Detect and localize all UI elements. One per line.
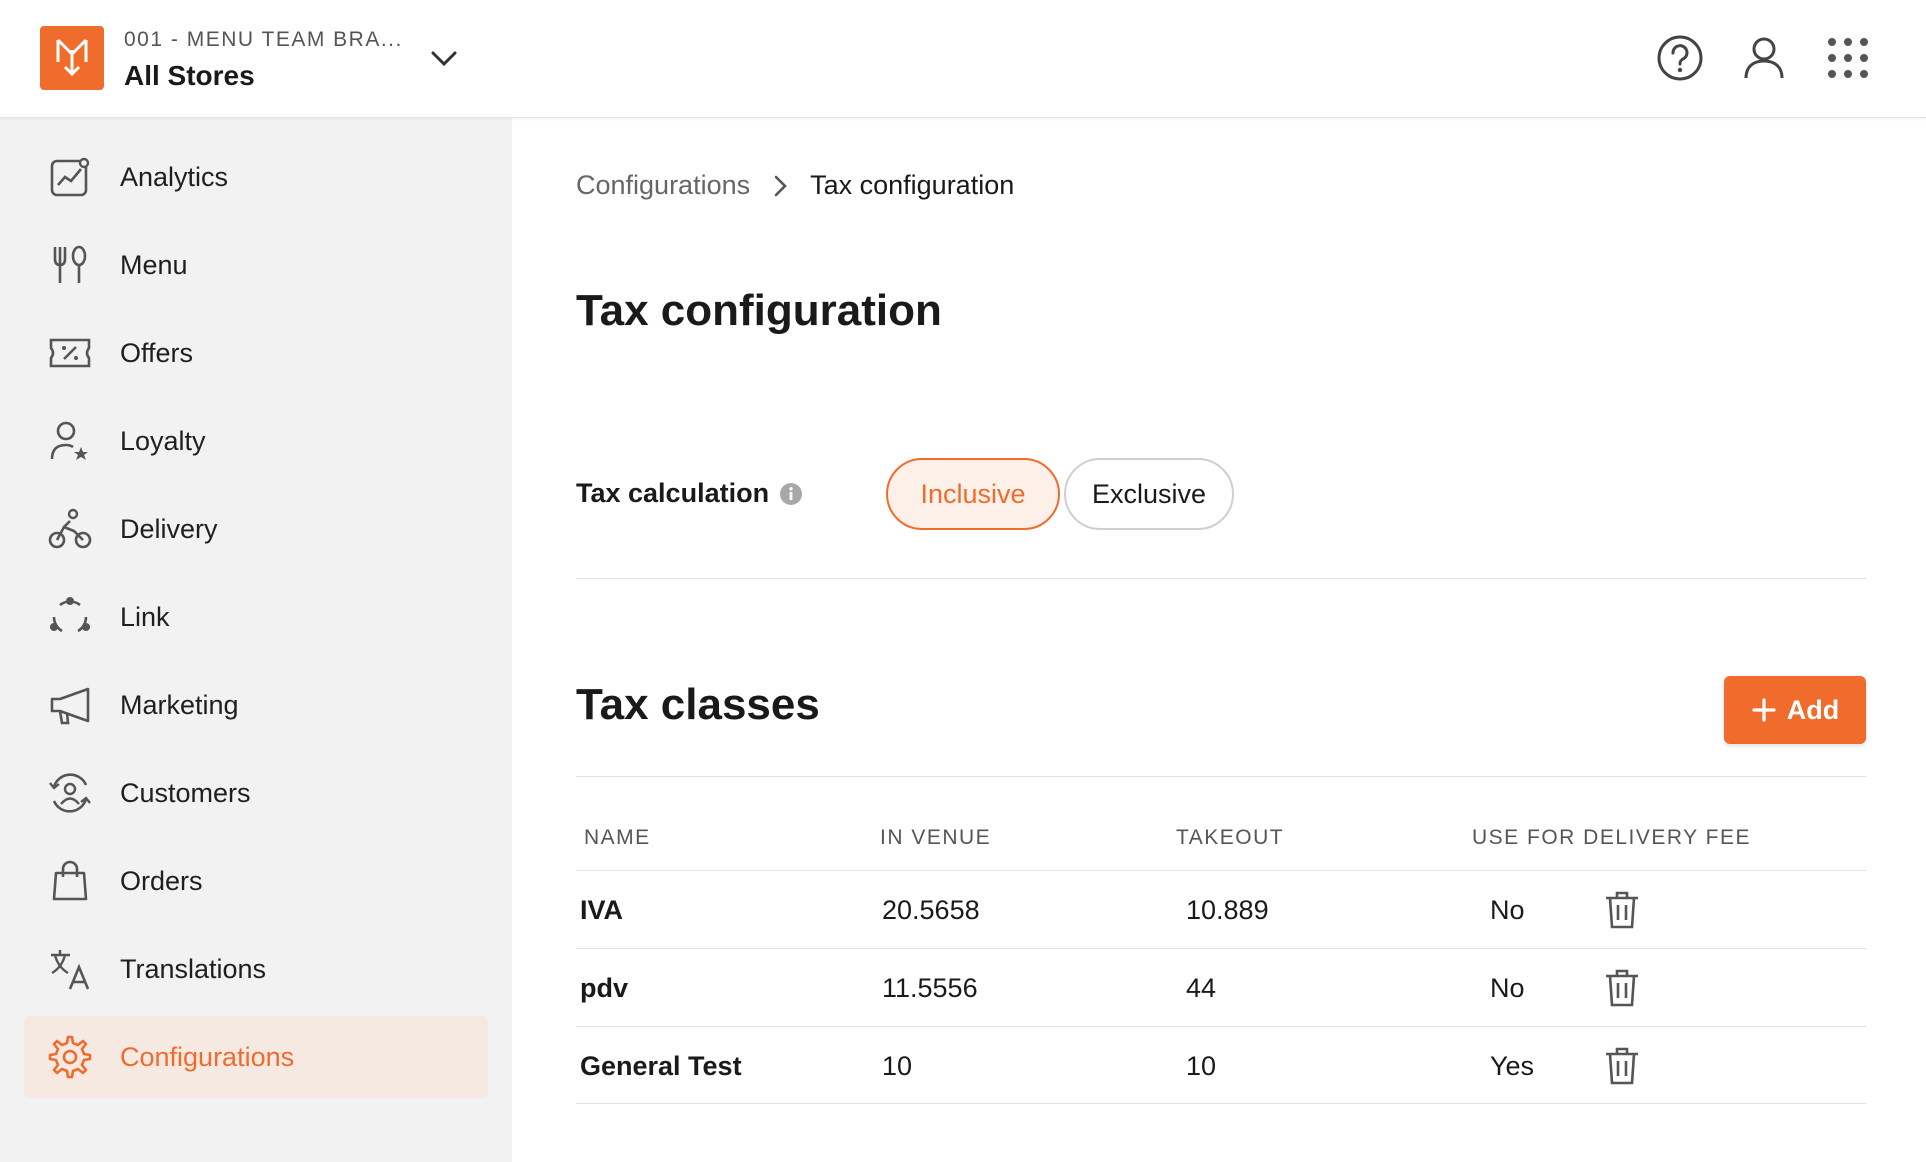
trash-icon[interactable] — [1602, 1045, 1642, 1087]
sidebar-item-configurations[interactable]: Configurations — [24, 1016, 488, 1098]
info-icon[interactable] — [779, 482, 803, 506]
apps-grid-icon[interactable] — [1822, 32, 1874, 84]
delivery-fee-value: No — [1490, 895, 1525, 925]
page-title: Tax configuration — [576, 286, 942, 335]
tax-classes-title: Tax classes — [576, 680, 820, 729]
tax-class-name: IVA — [580, 895, 624, 925]
store-selector[interactable]: 001 - MENU TEAM BRA... All Stores — [124, 28, 403, 92]
sidebar-item-offers[interactable]: Offers — [24, 312, 488, 394]
trash-icon[interactable] — [1602, 967, 1642, 1009]
sidebar-item-analytics[interactable]: Analytics — [24, 136, 488, 218]
takeout-value: 10.889 — [1186, 895, 1269, 925]
translate-icon — [51, 950, 90, 990]
shopping-bag-icon — [52, 860, 88, 901]
tax-calculation-label: Tax calculation — [576, 478, 803, 509]
column-header-name: NAME — [584, 826, 651, 849]
add-tax-class-button[interactable]: Add — [1724, 676, 1866, 744]
section-divider — [576, 578, 1866, 579]
takeout-value: 44 — [1186, 973, 1217, 1003]
chevron-down-icon[interactable] — [428, 44, 460, 72]
ticket-icon — [49, 338, 91, 368]
trash-icon[interactable] — [1602, 889, 1642, 931]
org-code: 001 - MENU TEAM BRA... — [124, 28, 403, 51]
customers-icon — [49, 773, 91, 813]
table-row[interactable]: General Test 10 10 Yes — [576, 1026, 1866, 1104]
sidebar-item-label: Translations — [120, 953, 267, 984]
in-venue-value: 10 — [882, 1051, 913, 1081]
sidebar-item-label: Configurations — [120, 1041, 295, 1072]
gear-icon — [48, 1035, 92, 1079]
table-top-divider — [576, 776, 1866, 777]
analytics-icon — [50, 157, 90, 197]
in-venue-value: 20.5658 — [882, 895, 980, 925]
plus-icon — [1752, 698, 1776, 722]
takeout-value: 10 — [1186, 1051, 1217, 1081]
chevron-right-icon — [774, 175, 787, 196]
delivery-fee-value: Yes — [1490, 1051, 1535, 1081]
loyalty-user-icon — [50, 421, 88, 460]
help-icon[interactable] — [1654, 32, 1706, 84]
breadcrumb-current: Tax configuration — [810, 170, 1015, 200]
sidebar-item-menu[interactable]: Menu — [24, 224, 488, 306]
sidebar-item-link[interactable]: Link — [24, 576, 488, 658]
add-button-label: Add — [1786, 694, 1840, 725]
main-content: Configurations Tax configuration Tax con… — [512, 118, 1926, 1162]
sidebar-item-marketing[interactable]: Marketing — [24, 664, 488, 746]
column-header-delivery-fee: USE FOR DELIVERY FEE — [1472, 826, 1751, 849]
column-header-takeout: TAKEOUT — [1176, 826, 1285, 849]
sidebar-item-label: Link — [120, 601, 170, 632]
sidebar: Analytics Menu Offers Loyalty Delivery L… — [0, 118, 512, 1162]
megaphone-icon — [50, 687, 90, 725]
sidebar-item-label: Analytics — [120, 161, 229, 192]
delivery-fee-value: No — [1490, 973, 1525, 1003]
table-row[interactable]: IVA 20.5658 10.889 No — [576, 870, 1866, 948]
brand-logo-icon[interactable] — [40, 26, 104, 90]
sidebar-item-delivery[interactable]: Delivery — [24, 488, 488, 570]
breadcrumb-link-configurations[interactable]: Configurations — [576, 170, 750, 201]
sidebar-item-label: Marketing — [120, 689, 239, 720]
top-bar: 001 - MENU TEAM BRA... All Stores — [0, 0, 1926, 118]
sidebar-item-customers[interactable]: Customers — [24, 752, 488, 834]
column-header-in-venue: IN VENUE — [880, 826, 992, 849]
table-row[interactable]: pdv 11.5556 44 No — [576, 948, 1866, 1026]
sidebar-item-label: Offers — [120, 337, 194, 368]
sidebar-item-loyalty[interactable]: Loyalty — [24, 400, 488, 482]
cutlery-icon — [53, 245, 87, 283]
store-name: All Stores — [124, 60, 255, 91]
tax-calculation-text: Tax calculation — [576, 478, 770, 508]
tax-class-name: General Test — [580, 1051, 742, 1081]
inclusive-toggle[interactable]: Inclusive — [886, 458, 1060, 530]
bicycle-icon — [48, 508, 92, 549]
exclusive-toggle[interactable]: Exclusive — [1064, 458, 1234, 530]
sidebar-item-label: Menu — [120, 249, 188, 280]
user-icon[interactable] — [1738, 32, 1790, 84]
sidebar-item-orders[interactable]: Orders — [24, 840, 488, 922]
sidebar-item-translations[interactable]: Translations — [24, 928, 488, 1010]
tax-class-name: pdv — [580, 973, 629, 1003]
sidebar-item-label: Delivery — [120, 513, 218, 544]
sidebar-item-label: Customers — [120, 777, 251, 808]
sidebar-item-label: Orders — [120, 865, 203, 896]
in-venue-value: 11.5556 — [882, 973, 978, 1003]
sidebar-item-label: Loyalty — [120, 425, 206, 456]
link-nodes-icon — [50, 597, 90, 633]
breadcrumb: Configurations Tax configuration — [576, 170, 1014, 201]
